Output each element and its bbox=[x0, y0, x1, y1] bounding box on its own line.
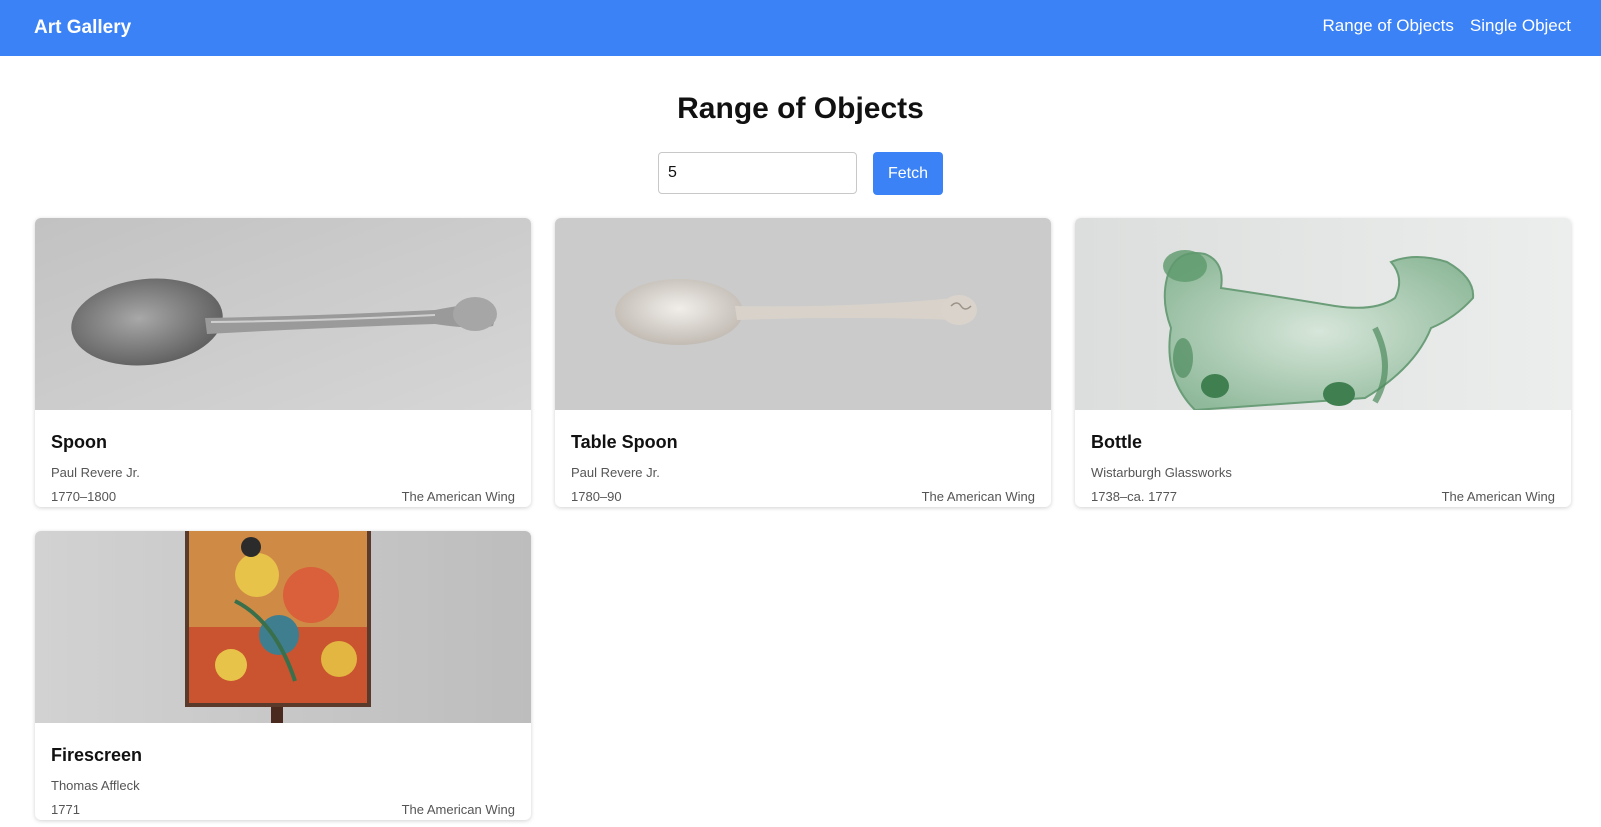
object-title: Spoon bbox=[51, 432, 107, 452]
nav-link-single-object[interactable]: Single Object bbox=[1470, 16, 1571, 36]
object-image-bottle bbox=[1075, 218, 1571, 410]
object-date: 1770–1800 bbox=[51, 489, 117, 504]
object-info: Firescreen Thomas Affleck 1771 The Ameri… bbox=[35, 723, 531, 820]
object-card[interactable]: Spoon Paul Revere Jr. 1770–1800 The Amer… bbox=[35, 218, 531, 507]
object-image-spoon bbox=[35, 218, 531, 410]
page-title: Range of Objects bbox=[677, 92, 924, 125]
object-info: Table Spoon Paul Revere Jr. 1780–90 The … bbox=[555, 410, 1051, 507]
nav-link-range-of-objects[interactable]: Range of Objects bbox=[1323, 16, 1454, 36]
object-image-table-spoon bbox=[555, 218, 1051, 410]
nav-links: Range of Objects Single Object bbox=[1323, 16, 1571, 36]
brand-title[interactable]: Art Gallery bbox=[34, 17, 131, 39]
object-artist: Paul Revere Jr. bbox=[571, 465, 660, 480]
object-card[interactable]: Bottle Wistarburgh Glassworks 1738–ca. 1… bbox=[1075, 218, 1571, 507]
object-title: Bottle bbox=[1091, 432, 1142, 452]
object-date: 1738–ca. 1777 bbox=[1091, 489, 1178, 504]
object-title: Table Spoon bbox=[571, 432, 678, 452]
object-image-firescreen bbox=[35, 531, 531, 723]
object-date: 1771 bbox=[51, 802, 80, 817]
object-count-input[interactable] bbox=[658, 152, 857, 194]
object-date: 1780–90 bbox=[571, 489, 622, 504]
fetch-button[interactable]: Fetch bbox=[873, 152, 943, 195]
object-info: Bottle Wistarburgh Glassworks 1738–ca. 1… bbox=[1075, 410, 1571, 507]
object-info: Spoon Paul Revere Jr. 1770–1800 The Amer… bbox=[35, 410, 531, 507]
object-artist: Wistarburgh Glassworks bbox=[1091, 465, 1232, 480]
top-navbar: Art Gallery Range of Objects Single Obje… bbox=[0, 0, 1601, 56]
object-artist: Thomas Affleck bbox=[51, 778, 140, 793]
object-department: The American Wing bbox=[1441, 489, 1555, 504]
object-department: The American Wing bbox=[401, 489, 515, 504]
object-grid: Spoon Paul Revere Jr. 1770–1800 The Amer… bbox=[35, 218, 1601, 820]
object-artist: Paul Revere Jr. bbox=[51, 465, 140, 480]
object-title: Firescreen bbox=[51, 745, 143, 765]
object-card[interactable]: Table Spoon Paul Revere Jr. 1780–90 The … bbox=[555, 218, 1051, 507]
fetch-controls: Fetch bbox=[0, 152, 1601, 195]
object-department: The American Wing bbox=[921, 489, 1035, 504]
object-card[interactable]: Firescreen Thomas Affleck 1771 The Ameri… bbox=[35, 531, 531, 820]
object-department: The American Wing bbox=[401, 802, 515, 817]
